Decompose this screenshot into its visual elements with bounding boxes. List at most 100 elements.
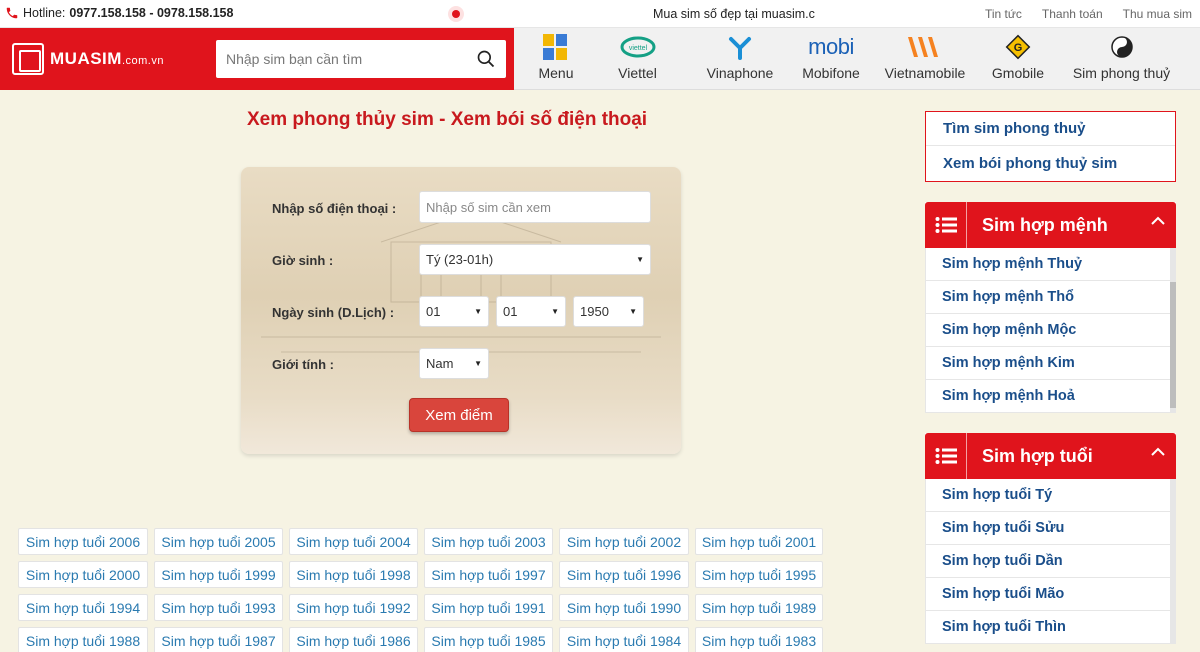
gender-select[interactable]: Nam bbox=[419, 348, 489, 379]
list-icon bbox=[925, 202, 967, 248]
nav-viettel[interactable]: viettel Viettel bbox=[589, 28, 686, 90]
vietnamobile-logo-icon bbox=[904, 33, 946, 61]
carrier-nav: Menu viettel Viettel Vinaphone mobi Mobi… bbox=[523, 28, 1189, 90]
sim-card-logo-icon bbox=[12, 43, 44, 75]
birth-hour-select[interactable]: Tý (23-01h) bbox=[419, 244, 651, 275]
viettel-logo-icon: viettel bbox=[620, 33, 656, 61]
panel-title-menh: Sim hợp mệnh bbox=[982, 214, 1108, 235]
panel-header-tuoi[interactable]: Sim hợp tuổi bbox=[925, 433, 1176, 479]
age-tag-link[interactable]: Sim hợp tuổi 1985 bbox=[424, 627, 553, 652]
nav-gmobile[interactable]: G Gmobile bbox=[982, 28, 1054, 90]
age-tag-link[interactable]: Sim hợp tuổi 1988 bbox=[18, 627, 148, 652]
hotline: Hotline: 0977.158.158 - 0978.158.158 bbox=[5, 6, 233, 20]
brand-area: MUASIM.com.vn bbox=[0, 28, 514, 90]
age-tag-link[interactable]: Sim hợp tuổi 1995 bbox=[695, 561, 823, 588]
panel-sim-hop-tuoi: Sim hợp tuổi Sim hợp tuổi Tý Sim hợp tuổ… bbox=[925, 433, 1176, 644]
top-link-buy-sim[interactable]: Thu mua sim bbox=[1123, 7, 1192, 21]
list-item[interactable]: Sim hợp tuổi Mão bbox=[926, 578, 1170, 611]
nav-viettel-label: Viettel bbox=[618, 65, 657, 81]
page-title: Xem phong thủy sim - Xem bói số điện tho… bbox=[247, 109, 648, 130]
list-item[interactable]: Sim hợp mệnh Hoả bbox=[926, 380, 1170, 413]
nav-menu[interactable]: Menu bbox=[523, 28, 589, 90]
search-icon[interactable] bbox=[476, 49, 496, 69]
hotline-numbers[interactable]: 0977.158.158 - 0978.158.158 bbox=[69, 6, 233, 20]
phone-icon bbox=[6, 7, 18, 19]
birth-day-select[interactable]: 01 bbox=[419, 296, 489, 327]
birth-month-value: 01 bbox=[503, 304, 518, 319]
age-tag-link[interactable]: Sim hợp tuổi 1994 bbox=[18, 594, 148, 621]
age-tag-link[interactable]: Sim hợp tuổi 1998 bbox=[289, 561, 418, 588]
phone-label: Nhập số điện thoại : bbox=[272, 201, 397, 216]
list-item[interactable]: Sim hợp mệnh Mộc bbox=[926, 314, 1170, 347]
list-item[interactable]: Sim hợp mệnh Thổ bbox=[926, 281, 1170, 314]
age-tag-link[interactable]: Sim hợp tuổi 2006 bbox=[18, 528, 148, 555]
gmobile-logo-icon: G bbox=[1004, 33, 1032, 61]
panel-title-tuoi: Sim hợp tuổi bbox=[982, 445, 1093, 466]
age-tag-link[interactable]: Sim hợp tuổi 1993 bbox=[154, 594, 283, 621]
age-tag-link[interactable]: Sim hợp tuổi 1997 bbox=[424, 561, 553, 588]
search-input[interactable] bbox=[216, 40, 456, 78]
logo-suffix: .com.vn bbox=[121, 55, 164, 67]
phone-input[interactable]: Nhập số sim cần xem bbox=[419, 191, 651, 223]
mobifone-logo-icon: mobi bbox=[808, 34, 854, 59]
list-item[interactable]: Sim hợp mệnh Kim bbox=[926, 347, 1170, 380]
birth-month-select[interactable]: 01 bbox=[496, 296, 566, 327]
chevron-up-icon[interactable] bbox=[1150, 215, 1166, 227]
panel-header-menh[interactable]: Sim hợp mệnh bbox=[925, 202, 1176, 248]
feng-shui-form: Nhập số điện thoại : Nhập số sim cần xem… bbox=[241, 167, 681, 454]
top-bar: Hotline: 0977.158.158 - 0978.158.158 Mua… bbox=[0, 0, 1200, 28]
age-tag-link[interactable]: Sim hợp tuổi 2001 bbox=[695, 528, 823, 555]
logo-text: MUASIM bbox=[50, 49, 122, 68]
nav-mobifone[interactable]: mobi Mobifone bbox=[794, 28, 868, 90]
birth-day-value: 01 bbox=[426, 304, 441, 319]
sim-menu-icon bbox=[541, 33, 571, 61]
birth-year-value: 1950 bbox=[580, 304, 609, 319]
list-item[interactable]: Sim hợp tuổi Tý bbox=[926, 479, 1170, 512]
list-item[interactable]: Sim hợp tuổi Sửu bbox=[926, 512, 1170, 545]
nav-mobifone-label: Mobifone bbox=[802, 65, 860, 81]
list-icon bbox=[925, 433, 967, 479]
age-tag-link[interactable]: Sim hợp tuổi 2002 bbox=[559, 528, 689, 555]
age-tag-link[interactable]: Sim hợp tuổi 2000 bbox=[18, 561, 148, 588]
nav-gmobile-label: Gmobile bbox=[991, 65, 1045, 81]
age-tag-link[interactable]: Sim hợp tuổi 2004 bbox=[289, 528, 418, 555]
live-indicator-icon bbox=[448, 6, 464, 22]
view-score-button[interactable]: Xem điểm bbox=[409, 398, 509, 432]
list-item[interactable]: Sim hợp tuổi Dần bbox=[926, 545, 1170, 578]
top-link-news[interactable]: Tin tức bbox=[985, 7, 1022, 21]
age-tag-link[interactable]: Sim hợp tuổi 1983 bbox=[695, 627, 823, 652]
vinaphone-logo-icon bbox=[723, 33, 757, 61]
list-item[interactable]: Sim hợp mệnh Thuỷ bbox=[926, 248, 1170, 281]
birth-hour-value: Tý (23-01h) bbox=[426, 252, 494, 267]
top-link-payment[interactable]: Thanh toán bbox=[1042, 7, 1103, 21]
sidebar-links: Tìm sim phong thuỷ Xem bói phong thuỷ si… bbox=[925, 111, 1176, 182]
nav-menu-label: Menu bbox=[538, 65, 574, 81]
sidebar-link-fortune[interactable]: Xem bói phong thuỷ sim bbox=[926, 146, 1175, 180]
age-tag-link[interactable]: Sim hợp tuổi 1991 bbox=[424, 594, 553, 621]
age-tag-link[interactable]: Sim hợp tuổi 1992 bbox=[289, 594, 418, 621]
age-tag-link[interactable]: Sim hợp tuổi 2005 bbox=[154, 528, 283, 555]
nav-vietnamobile-label: Vietnamobile bbox=[884, 65, 966, 81]
nav-vinaphone-label: Vinaphone bbox=[706, 65, 774, 81]
chevron-up-icon[interactable] bbox=[1150, 446, 1166, 458]
header: MUASIM.com.vn Menu viettel Viettel Vinap… bbox=[0, 28, 1200, 90]
nav-vinaphone[interactable]: Vinaphone bbox=[686, 28, 794, 90]
list-item[interactable]: Sim hợp tuổi Thìn bbox=[926, 611, 1170, 644]
age-tag-link[interactable]: Sim hợp tuổi 1990 bbox=[559, 594, 689, 621]
nav-sim-phong-thuy[interactable]: Sim phong thuỷ bbox=[1054, 28, 1189, 90]
site-logo[interactable]: MUASIM.com.vn bbox=[12, 43, 164, 75]
age-tag-link[interactable]: Sim hợp tuổi 2003 bbox=[424, 528, 553, 555]
top-links: Tin tức Thanh toán Thu mua sim bbox=[965, 7, 1192, 21]
age-tag-link[interactable]: Sim hợp tuổi 1989 bbox=[695, 594, 823, 621]
svg-text:G: G bbox=[1014, 42, 1023, 54]
age-tag-link[interactable]: Sim hợp tuổi 1984 bbox=[559, 627, 689, 652]
age-tag-link[interactable]: Sim hợp tuổi 1996 bbox=[559, 561, 689, 588]
sidebar-link-find-sim[interactable]: Tìm sim phong thuỷ bbox=[926, 112, 1175, 146]
scrollbar-thumb[interactable] bbox=[1170, 282, 1176, 408]
birth-year-select[interactable]: 1950 bbox=[573, 296, 644, 327]
age-tag-link[interactable]: Sim hợp tuổi 1986 bbox=[289, 627, 418, 652]
age-tag-link[interactable]: Sim hợp tuổi 1987 bbox=[154, 627, 283, 652]
nav-vietnamobile[interactable]: Vietnamobile bbox=[868, 28, 982, 90]
menh-list: Sim hợp mệnh Thuỷ Sim hợp mệnh Thổ Sim h… bbox=[925, 248, 1176, 413]
age-tag-link[interactable]: Sim hợp tuổi 1999 bbox=[154, 561, 283, 588]
